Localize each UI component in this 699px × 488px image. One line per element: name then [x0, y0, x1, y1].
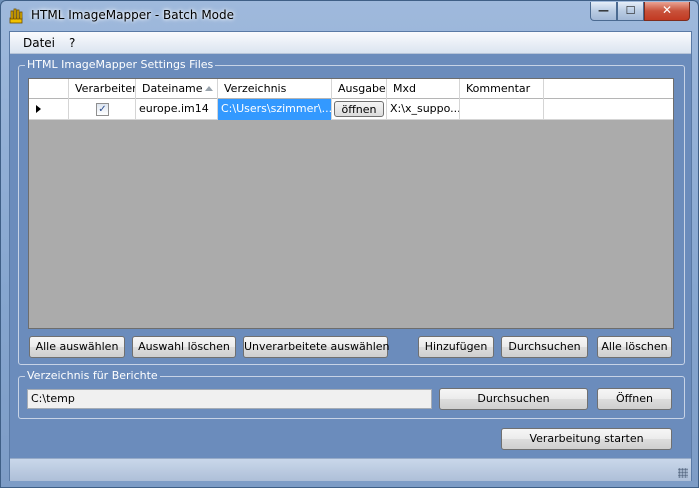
resize-grip-icon[interactable]: [678, 468, 688, 478]
report-directory-legend: Verzeichnis für Berichte: [25, 369, 160, 382]
maximize-icon: ☐: [625, 4, 636, 17]
delete-all-button[interactable]: Alle löschen: [597, 336, 672, 358]
sort-ascending-icon: [205, 86, 213, 91]
select-unprocessed-button[interactable]: Unverarbeitete auswählen: [243, 336, 390, 358]
maximize-button[interactable]: ☐: [617, 2, 644, 21]
menu-datei[interactable]: Datei: [19, 36, 59, 50]
app-window: HTML ImageMapper - Batch Mode — ☐ ✕ Date…: [0, 0, 699, 488]
browse-settings-button[interactable]: Durchsuchen: [501, 336, 588, 358]
menu-help[interactable]: ?: [65, 36, 79, 50]
cell-kommentar[interactable]: [460, 99, 544, 120]
select-all-button[interactable]: Alle auswählen: [29, 336, 125, 358]
cell-verzeichnis[interactable]: C:\Users\szimmer\...: [218, 99, 332, 120]
cell-mxd[interactable]: X:\x_suppo...: [387, 99, 460, 120]
column-ausgabe[interactable]: Ausgabe: [332, 79, 387, 99]
clear-selection-button[interactable]: Auswahl löschen: [132, 336, 236, 358]
minimize-icon: —: [598, 4, 609, 17]
column-mxd[interactable]: Mxd: [387, 79, 460, 99]
minimize-button[interactable]: —: [590, 2, 617, 21]
open-report-button[interactable]: Öffnen: [597, 388, 672, 410]
close-button[interactable]: ✕: [644, 2, 690, 21]
column-dateiname[interactable]: Dateiname: [136, 79, 218, 99]
cell-verarbeiten[interactable]: ✓: [69, 99, 136, 120]
settings-files-grid[interactable]: Verarbeiten Dateiname Verzeichnis Ausgab…: [28, 78, 674, 329]
column-verzeichnis[interactable]: Verzeichnis: [218, 79, 332, 99]
start-processing-button[interactable]: Verarbeitung starten: [501, 428, 672, 450]
add-button[interactable]: Hinzufügen: [418, 336, 494, 358]
settings-files-legend: HTML ImageMapper Settings Files: [25, 58, 216, 71]
column-dateiname-label: Dateiname: [142, 82, 203, 95]
verarbeiten-checkbox[interactable]: ✓: [96, 103, 109, 116]
row-header-corner: [29, 79, 69, 99]
column-kommentar[interactable]: Kommentar: [460, 79, 544, 99]
table-row[interactable]: ✓ europe.im14 C:\Users\szimmer\... öffne…: [29, 99, 673, 120]
report-directory-input[interactable]: C:\temp: [27, 389, 432, 409]
current-row-icon: [36, 105, 41, 113]
window-title: HTML ImageMapper - Batch Mode: [31, 8, 235, 22]
hand-icon: [9, 8, 23, 24]
column-verarbeiten[interactable]: Verarbeiten: [69, 79, 136, 99]
status-bar: [10, 458, 691, 481]
cell-dateiname[interactable]: europe.im14: [136, 99, 218, 120]
browse-report-button[interactable]: Durchsuchen: [439, 388, 588, 410]
menu-bar: Datei ?: [10, 32, 691, 54]
ausgabe-open-button[interactable]: öffnen: [334, 101, 384, 117]
close-icon: ✕: [661, 3, 673, 17]
cell-ausgabe[interactable]: öffnen: [332, 99, 387, 120]
grid-header: Verarbeiten Dateiname Verzeichnis Ausgab…: [29, 79, 673, 99]
row-header[interactable]: [29, 99, 69, 120]
title-bar[interactable]: HTML ImageMapper - Batch Mode — ☐ ✕: [1, 1, 698, 31]
client-area: Datei ? HTML ImageMapper Settings Files …: [9, 31, 692, 481]
